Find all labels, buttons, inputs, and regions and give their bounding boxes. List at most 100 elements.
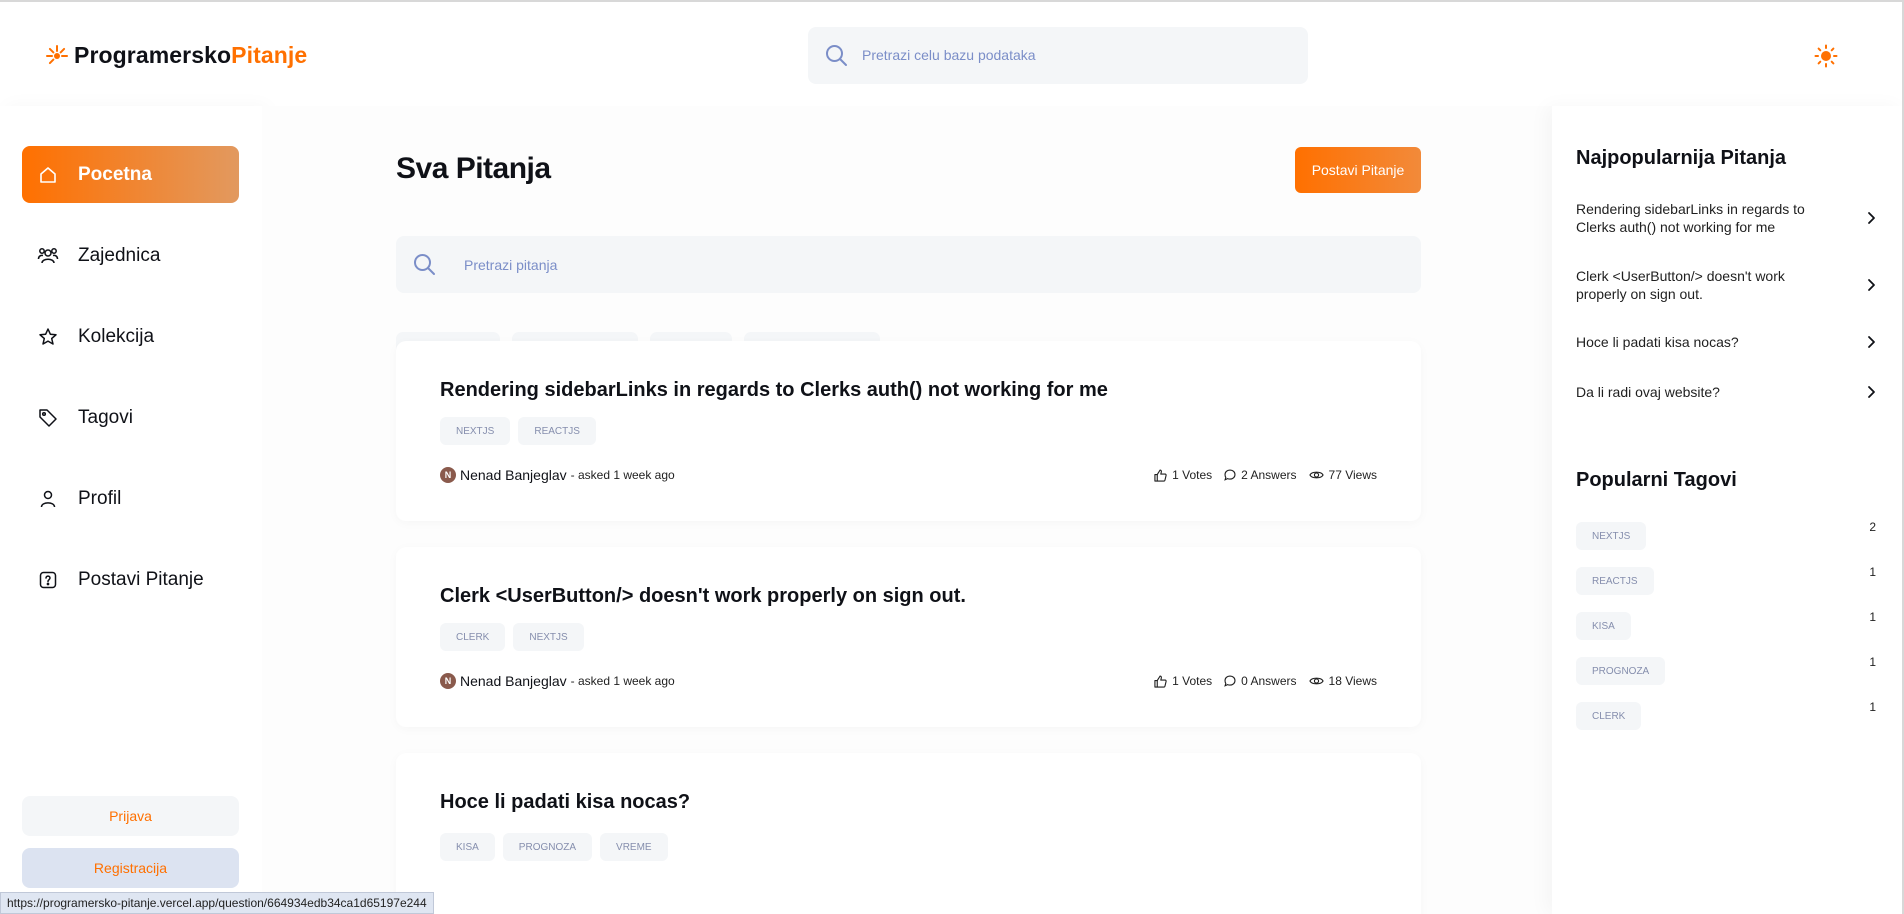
popular-tag[interactable]: NEXTJS (1576, 522, 1647, 550)
question-search-input[interactable] (464, 254, 1364, 276)
like-icon (1154, 675, 1167, 688)
views-stat: 77 Views (1308, 468, 1377, 482)
sidebar-item-postavi-pitanje[interactable]: Postavi Pitanje (22, 551, 239, 608)
main-content: Sva Pitanja Postavi Pitanje Najnovija Pr… (262, 106, 1552, 914)
popular-tag[interactable]: KISA (1576, 612, 1631, 640)
sidebar-item-label: Zajednica (78, 244, 161, 266)
logo-text-accent: Pitanje (231, 42, 308, 68)
popular-tag[interactable]: PROGNOZA (1576, 657, 1666, 685)
asked-time: - asked 1 week ago (570, 674, 675, 688)
avatar: N (440, 673, 456, 689)
sidebar-item-pocetna[interactable]: Pocetna (22, 146, 239, 203)
sun-icon[interactable] (1814, 44, 1838, 68)
logo-text-main: Programersko (74, 42, 232, 68)
question-meta: N Nenad Banjeglav - asked 1 week ago (440, 673, 675, 689)
message-icon (1224, 469, 1236, 481)
views-count: 18 Views (1328, 674, 1377, 688)
popular-tag-count: 1 (1869, 565, 1876, 579)
sidebar-item-label: Pocetna (78, 163, 152, 185)
logo[interactable]: ProgramerskoPitanje (44, 42, 307, 69)
logo-text: ProgramerskoPitanje (74, 42, 307, 69)
question-title[interactable]: Hoce li padati kisa nocas? (440, 791, 690, 814)
chevron-right-icon (1868, 336, 1875, 348)
sidebar-item-label: Postavi Pitanje (78, 568, 204, 590)
answers-count: 0 Answers (1241, 674, 1297, 688)
popular-tag-item[interactable]: REACTJS 1 (1576, 565, 1876, 595)
question-tag[interactable]: CLERK (440, 623, 506, 651)
global-search (808, 27, 1308, 84)
hot-question-text: Clerk <UserButton/> doesn't work properl… (1576, 268, 1785, 302)
sidebar-item-label: Kolekcija (78, 325, 155, 347)
popular-tag-item[interactable]: KISA 1 (1576, 610, 1876, 640)
sidebar-item-zajednica[interactable]: Zajednica (22, 227, 239, 284)
hot-question-item[interactable]: Rendering sidebarLinks in regards to Cle… (1576, 200, 1876, 236)
page-title: Sva Pitanja (396, 152, 551, 185)
hot-questions-title: Najpopularnija Pitanja (1576, 147, 1787, 169)
eye-icon (1308, 471, 1324, 479)
chevron-right-icon (1868, 386, 1875, 398)
top-navbar: ProgramerskoPitanje (0, 0, 1904, 106)
ask-question-button[interactable]: Postavi Pitanje (1295, 147, 1421, 193)
question-card[interactable]: Clerk <UserButton/> doesn't work properl… (396, 547, 1421, 727)
sidebar-item-profil[interactable]: Profil (22, 470, 239, 527)
question-tag[interactable]: KISA (440, 833, 495, 861)
global-search-input[interactable] (862, 44, 1282, 66)
question-meta: N Nenad Banjeglav - asked 1 week ago (440, 467, 675, 483)
question-tag[interactable]: REACTJS (518, 417, 596, 445)
eye-icon (1308, 677, 1324, 685)
votes-stat: 1 Votes (1154, 468, 1212, 482)
right-sidebar: Najpopularnija Pitanja Rendering sidebar… (1552, 106, 1904, 914)
message-icon (1224, 675, 1236, 687)
popular-tag[interactable]: CLERK (1576, 702, 1642, 730)
votes-count: 1 Votes (1172, 674, 1213, 688)
search-icon (414, 254, 435, 275)
author-name[interactable]: Nenad Banjeglav (460, 467, 567, 483)
search-icon (826, 45, 847, 66)
question-tag[interactable]: NEXTJS (513, 623, 584, 651)
question-tag[interactable]: VREME (600, 833, 668, 861)
question-card[interactable]: Rendering sidebarLinks in regards to Cle… (396, 341, 1421, 521)
answers-stat: 0 Answers (1224, 674, 1297, 688)
sidebar-item-tagovi[interactable]: Tagovi (22, 389, 239, 446)
popular-tag-item[interactable]: CLERK 1 (1576, 700, 1876, 730)
question-tag[interactable]: PROGNOZA (502, 833, 593, 861)
popular-tag[interactable]: REACTJS (1576, 567, 1654, 595)
star-icon (36, 325, 60, 349)
question-title[interactable]: Rendering sidebarLinks in regards to Cle… (440, 379, 1108, 402)
author-name[interactable]: Nenad Banjeglav (460, 673, 567, 689)
chevron-right-icon (1868, 212, 1875, 224)
question-title[interactable]: Clerk <UserButton/> doesn't work properl… (440, 585, 966, 608)
hot-question-item[interactable]: Clerk <UserButton/> doesn't work properl… (1576, 267, 1876, 303)
home-icon (36, 163, 60, 187)
question-tag[interactable]: NEXTJS (440, 417, 511, 445)
answers-stat: 2 Answers (1224, 468, 1297, 482)
chevron-right-icon (1868, 279, 1875, 291)
views-count: 77 Views (1328, 468, 1377, 482)
logo-icon (46, 44, 68, 64)
hot-question-item[interactable]: Da li radi ovaj website? (1576, 383, 1876, 401)
like-icon (1154, 469, 1167, 482)
login-button[interactable]: Prijava (22, 796, 239, 836)
popular-tag-count: 1 (1869, 655, 1876, 669)
left-sidebar: Pocetna Zajednica Kolekcija Tagovi Profi… (0, 106, 262, 914)
votes-stat: 1 Votes (1154, 674, 1212, 688)
views-stat: 18 Views (1308, 674, 1377, 688)
question-stats: 1 Votes 0 Answers 18 Views (1142, 674, 1377, 688)
question-tags: NEXTJS REACTJS (440, 417, 604, 445)
register-button[interactable]: Registracija (22, 848, 239, 888)
popular-tag-item[interactable]: NEXTJS 2 (1576, 520, 1876, 550)
answers-count: 2 Answers (1241, 468, 1297, 482)
question-stats: 1 Votes 2 Answers 77 Views (1142, 468, 1377, 482)
sidebar-item-kolekcija[interactable]: Kolekcija (22, 308, 239, 365)
question-card[interactable]: Hoce li padati kisa nocas? KISA PROGNOZA… (396, 753, 1421, 914)
hot-question-item[interactable]: Hoce li padati kisa nocas? (1576, 333, 1876, 351)
asked-time: - asked 1 week ago (570, 468, 675, 482)
sidebar-item-label: Profil (78, 487, 122, 509)
hot-question-text: Hoce li padati kisa nocas? (1576, 334, 1739, 350)
hot-question-text: Rendering sidebarLinks in regards to Cle… (1576, 201, 1805, 235)
popular-tag-item[interactable]: PROGNOZA 1 (1576, 655, 1876, 685)
tag-icon (36, 406, 60, 430)
popular-tag-count: 2 (1869, 520, 1876, 534)
popular-tag-count: 1 (1869, 700, 1876, 714)
user-icon (36, 487, 60, 511)
